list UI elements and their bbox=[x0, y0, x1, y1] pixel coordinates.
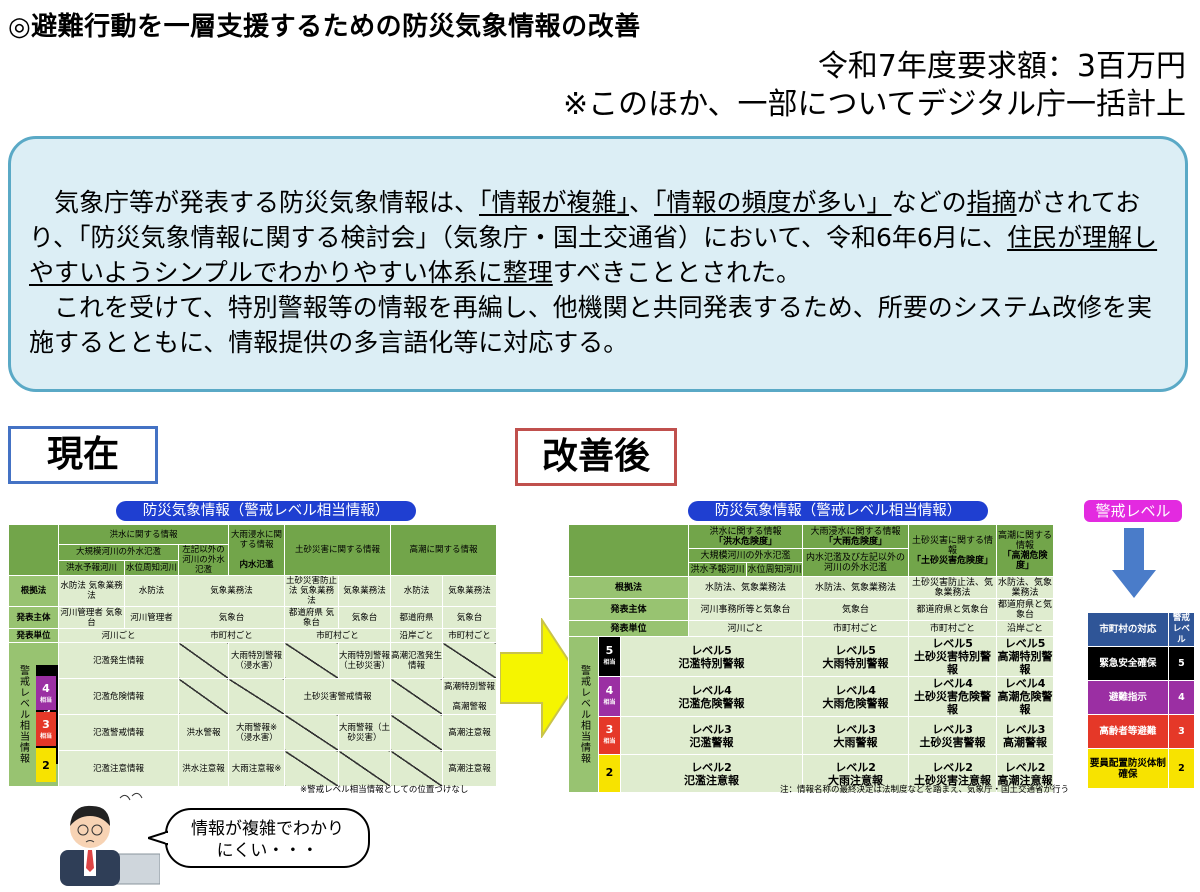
header-sediment: 土砂災害に関する情報 bbox=[284, 524, 392, 576]
improved-info-table: 洪水に関する情報 「洪水危険度」 大雨浸水に関する情報 「大雨危険度」 土砂災害に関… bbox=[567, 524, 1055, 793]
header-alert-level: 警戒レベル bbox=[1167, 612, 1196, 647]
current-table-note: ※警戒レベル相当情報としての位置づけなし bbox=[300, 785, 469, 795]
confused-person-icon bbox=[60, 792, 160, 886]
new-header-flood: 洪水に関する情報 「洪水危険度」 bbox=[688, 524, 804, 549]
header-other-river: 左記以外の河川の外水氾濫 bbox=[177, 544, 230, 576]
row-label-law: 根拠法 bbox=[8, 575, 59, 607]
header-large-river: 大規模河川の外水氾濫 bbox=[58, 544, 179, 561]
current-level-2-badge: 2 bbox=[36, 748, 56, 782]
current-level-4-badge: 4 相当 bbox=[36, 676, 56, 710]
budget-info: 令和7年度要求額：3百万円 ※このほか、一部についてデジタル庁一括計上 bbox=[563, 48, 1186, 124]
header-tide: 高潮に関する情報 bbox=[390, 524, 498, 576]
header-water-level-river: 水位周知河川 bbox=[124, 559, 179, 576]
header-flood: 洪水に関する情報 bbox=[57, 524, 230, 545]
current-level-3-badge: 3 相当 bbox=[36, 712, 56, 746]
new-side-label: 警戒レベル相当情報 bbox=[568, 636, 599, 793]
municipal-response-table: 市町村の対応 警戒レベル 緊急安全確保 5 避難指示 4 高齢者等避難 3 要員… bbox=[1087, 612, 1196, 789]
row-label-issuer: 発表主体 bbox=[8, 606, 59, 629]
new-row-label-unit: 発表単位 bbox=[567, 620, 690, 637]
summary-box: 気象庁等が発表する防災気象情報は、「情報が複雑」、「情報の頻度が多い」などの指摘… bbox=[8, 136, 1188, 392]
page-title: ◎避難行動を一層支援するための防災気象情報の改善 bbox=[8, 12, 641, 42]
new-level-5-badge: 5 相当 bbox=[598, 636, 621, 677]
header-municipal-action: 市町村の対応 bbox=[1087, 612, 1169, 647]
new-row-label-law: 根拠法 bbox=[567, 576, 690, 599]
current-table-banner: 防災気象情報（警戒レベル相当情報） bbox=[116, 501, 416, 521]
improved-label: 改善後 bbox=[515, 428, 677, 486]
improved-table-banner: 防災気象情報（警戒レベル相当情報） bbox=[688, 501, 988, 521]
budget-note: ※このほか、一部についてデジタル庁一括計上 bbox=[562, 87, 1186, 122]
current-info-table: 洪水に関する情報 大雨浸水に関する情報 内水氾濫 土砂災害に関する情報 高潮に関す… bbox=[8, 524, 498, 787]
speech-bubble-tail bbox=[148, 830, 168, 846]
improved-table-note: 注：情報名称の最終決定は法制度などを踏まえ、気象庁・国土交通省が行う bbox=[780, 785, 1070, 795]
new-header-heavy-rain: 大雨浸水に関する情報 「大雨危険度」 bbox=[802, 524, 910, 549]
new-level-2-badge: 2 bbox=[598, 754, 621, 793]
budget-amount: 令和7年度要求額：3百万円 bbox=[817, 49, 1186, 84]
header-heavy-rain: 大雨浸水に関する情報 内水氾濫 bbox=[228, 524, 286, 576]
new-header-sediment: 土砂災害に関する情報 「土砂災害危険度」 bbox=[908, 524, 998, 577]
current-label: 現在 bbox=[8, 426, 158, 484]
new-header-tide: 高潮に関する情報 「高潮危険度」 bbox=[996, 524, 1055, 577]
speech-bubble: 情報が複雑でわかり にくい・・・ bbox=[165, 808, 370, 868]
down-arrow-icon bbox=[1112, 528, 1156, 598]
new-level-3-badge: 3 相当 bbox=[598, 716, 621, 755]
row-label-unit: 発表単位 bbox=[8, 628, 59, 643]
alert-level-banner: 警戒レベル bbox=[1084, 500, 1182, 522]
new-row-label-issuer: 発表主体 bbox=[567, 598, 690, 621]
summary-paragraph-2: これを受けて、特別警報等の情報を再編し、他機関と共同発表するため、所要のシステム… bbox=[29, 293, 1153, 357]
summary-paragraph-1: 気象庁等が発表する防災気象情報は、「情報が複雑」、「情報の頻度が多い」などの指摘… bbox=[29, 188, 1158, 287]
header-forecast-river: 洪水予報河川 bbox=[58, 559, 125, 576]
new-level-4-badge: 4 相当 bbox=[598, 676, 621, 717]
